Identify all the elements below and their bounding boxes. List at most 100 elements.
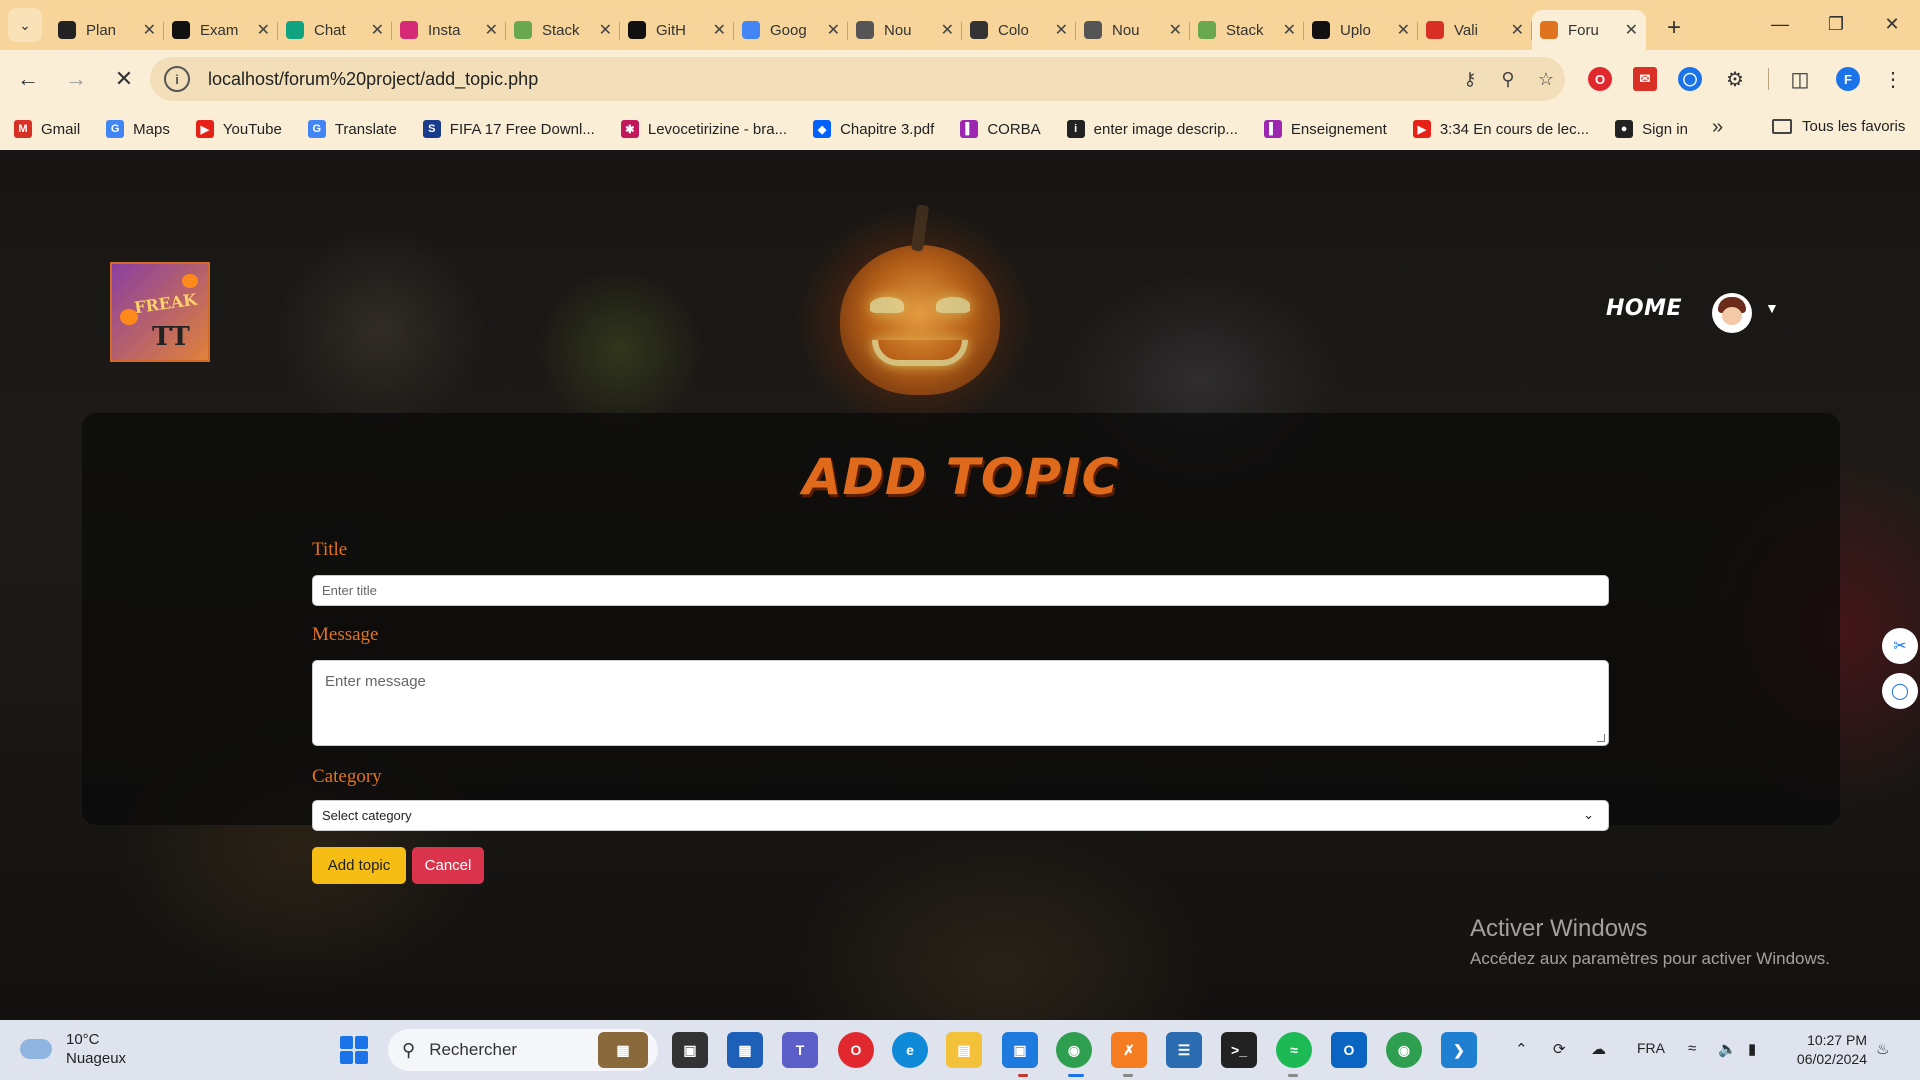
system-clock[interactable]: 10:27 PM 06/02/2024 — [1785, 1031, 1867, 1069]
title-input[interactable]: Enter title — [312, 575, 1609, 606]
bookmark-item[interactable]: ✱ Levocetirizine - bra... — [620, 120, 787, 138]
tab-6[interactable]: Goog ✕ — [734, 10, 848, 50]
zoom-icon[interactable]: ⚲ — [1489, 69, 1527, 90]
close-window-button[interactable]: ✕ — [1864, 0, 1920, 48]
weather-widget[interactable]: 10°C Nuageux — [20, 1030, 126, 1068]
assistant-icon[interactable]: ◯ — [1882, 673, 1918, 709]
back-button[interactable]: ← — [8, 59, 48, 99]
battery-icon[interactable]: ▮ — [1748, 1040, 1756, 1058]
close-tab-icon[interactable]: ✕ — [371, 20, 384, 40]
file-explorer-icon[interactable]: ▤ — [946, 1032, 982, 1068]
tab-9[interactable]: Nou ✕ — [1076, 10, 1190, 50]
language-indicator[interactable]: FRA — [1637, 1040, 1665, 1056]
tab-12[interactable]: Vali ✕ — [1418, 10, 1532, 50]
close-tab-icon[interactable]: ✕ — [1169, 20, 1182, 40]
minimize-button[interactable]: — — [1752, 0, 1808, 48]
tab-7[interactable]: Nou ✕ — [848, 10, 962, 50]
tab-10[interactable]: Stack ✕ — [1190, 10, 1304, 50]
all-bookmarks-button[interactable]: Tous les favoris — [1772, 118, 1905, 135]
bookmark-item[interactable]: G Translate — [307, 120, 397, 138]
chrome-profile-icon[interactable]: ◉ — [1386, 1032, 1422, 1068]
wifi-icon[interactable]: ≈ — [1688, 1040, 1696, 1057]
close-tab-icon[interactable]: ✕ — [1283, 20, 1296, 40]
extensions-puzzle-icon[interactable]: ⚙ — [1715, 59, 1755, 99]
notification-bell-icon[interactable]: ♨ — [1876, 1040, 1889, 1058]
close-tab-icon[interactable]: ✕ — [1511, 20, 1524, 40]
start-button-windows-icon[interactable] — [340, 1036, 368, 1064]
bookmark-item[interactable]: ▶ 3:34 En cours de lec... — [1412, 120, 1589, 138]
bookmark-item[interactable]: ▶ YouTube — [195, 120, 282, 138]
bookmark-star-icon[interactable]: ☆ — [1527, 69, 1565, 90]
profile-avatar[interactable]: F — [1828, 59, 1868, 99]
notepad-icon[interactable]: ☰ — [1166, 1032, 1202, 1068]
opera-extension-icon[interactable]: O — [1580, 59, 1620, 99]
message-textarea[interactable]: Enter message — [312, 660, 1609, 746]
bookmark-item[interactable]: M Gmail — [14, 120, 80, 138]
outlook-icon[interactable]: O — [1331, 1032, 1367, 1068]
tab-11[interactable]: Uplo ✕ — [1304, 10, 1418, 50]
url-text[interactable]: localhost/forum%20project/add_topic.php — [208, 69, 1451, 90]
new-tab-button[interactable]: + — [1656, 10, 1692, 46]
more-bookmarks-chevron-icon[interactable]: » — [1712, 116, 1723, 139]
terminal-icon[interactable]: >_ — [1221, 1032, 1257, 1068]
close-tab-icon[interactable]: ✕ — [257, 20, 270, 40]
bookmark-item[interactable]: G Maps — [106, 120, 170, 138]
user-avatar[interactable] — [1712, 293, 1752, 333]
site-logo[interactable]: FREAK TT — [110, 262, 210, 362]
side-panel-icon[interactable]: ◫ — [1780, 59, 1820, 99]
menu-kebab-icon[interactable]: ⋮ — [1873, 59, 1913, 99]
close-tab-icon[interactable]: ✕ — [143, 20, 156, 40]
tab-2[interactable]: Chat ✕ — [278, 10, 392, 50]
password-key-icon[interactable]: ⚷ — [1451, 69, 1489, 90]
teams-icon[interactable]: T — [782, 1032, 818, 1068]
opera-icon[interactable]: O — [838, 1032, 874, 1068]
bookmark-item[interactable]: ● Sign in — [1615, 120, 1688, 138]
bookmark-item[interactable]: S FIFA 17 Free Downl... — [422, 120, 595, 138]
blue-extension-icon[interactable]: ◯ — [1670, 59, 1710, 99]
volume-icon[interactable]: 🔈 — [1718, 1040, 1737, 1058]
scissors-icon[interactable]: ✂ — [1882, 628, 1918, 664]
site-info-icon[interactable]: i — [164, 66, 190, 92]
tab-13[interactable]: Foru ✕ — [1532, 10, 1646, 50]
microsoft-store-icon[interactable]: ▦ — [727, 1032, 763, 1068]
cancel-button[interactable]: Cancel — [412, 847, 484, 884]
tab-search-button[interactable]: ⌄ — [8, 8, 42, 42]
remote-desktop-icon[interactable]: ▣ — [1002, 1032, 1038, 1068]
forward-button[interactable]: → — [56, 59, 96, 99]
close-tab-icon[interactable]: ✕ — [485, 20, 498, 40]
tab-4[interactable]: Stack ✕ — [506, 10, 620, 50]
user-menu-caret-icon[interactable]: ▼ — [1765, 300, 1779, 316]
restore-button[interactable]: ❐ — [1808, 0, 1864, 48]
tab-8[interactable]: Colo ✕ — [962, 10, 1076, 50]
sync-icon[interactable]: ⟳ — [1553, 1040, 1566, 1058]
bookmark-item[interactable]: ▌ Enseignement — [1263, 120, 1387, 138]
category-select[interactable]: Select category ⌄ — [312, 800, 1609, 831]
tab-0[interactable]: Plan ✕ — [50, 10, 164, 50]
vscode-icon[interactable]: ❯ — [1441, 1032, 1477, 1068]
address-bar[interactable]: i localhost/forum%20project/add_topic.ph… — [150, 57, 1565, 101]
task-view-icon[interactable]: ▣ — [672, 1032, 708, 1068]
add-topic-button[interactable]: Add topic — [312, 847, 406, 884]
resize-grip-icon[interactable] — [1597, 734, 1605, 742]
close-tab-icon[interactable]: ✕ — [827, 20, 840, 40]
edge-icon[interactable]: e — [892, 1032, 928, 1068]
tab-3[interactable]: Insta ✕ — [392, 10, 506, 50]
tab-5[interactable]: GitH ✕ — [620, 10, 734, 50]
nav-home-link[interactable]: HOME — [1606, 296, 1682, 321]
bookmark-item[interactable]: i enter image descrip... — [1066, 120, 1238, 138]
stop-loading-button[interactable]: ✕ — [104, 59, 144, 99]
onedrive-cloud-icon[interactable]: ☁ — [1591, 1040, 1606, 1058]
bookmark-item[interactable]: ◆ Chapitre 3.pdf — [813, 120, 934, 138]
close-tab-icon[interactable]: ✕ — [599, 20, 612, 40]
close-tab-icon[interactable]: ✕ — [713, 20, 726, 40]
close-tab-icon[interactable]: ✕ — [1625, 20, 1638, 40]
bookmark-item[interactable]: ▌ CORBA — [960, 120, 1041, 138]
close-tab-icon[interactable]: ✕ — [1055, 20, 1068, 40]
xampp-icon[interactable]: ✗ — [1111, 1032, 1147, 1068]
tray-overflow-chevron-icon[interactable]: ⌃ — [1515, 1040, 1528, 1058]
chrome-icon[interactable]: ◉ — [1056, 1032, 1092, 1068]
close-tab-icon[interactable]: ✕ — [1397, 20, 1410, 40]
mail-extension-icon[interactable]: ✉ — [1625, 59, 1665, 99]
spotify-icon[interactable]: ≈ — [1276, 1032, 1312, 1068]
close-tab-icon[interactable]: ✕ — [941, 20, 954, 40]
